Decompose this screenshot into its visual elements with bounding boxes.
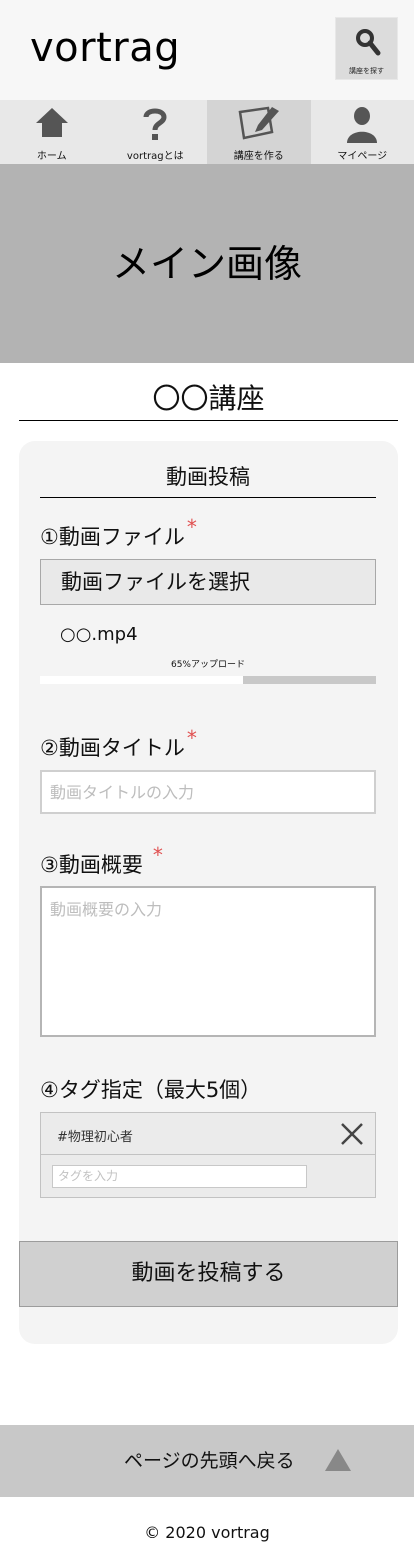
nav-item-create-course[interactable]: 講座を作る: [207, 100, 311, 164]
search-course-button[interactable]: 講座を探す: [335, 17, 398, 80]
upload-progress-label: 65%アップロード: [170, 660, 245, 670]
video-title-input[interactable]: 動画タイトルの入力: [40, 770, 376, 814]
close-icon[interactable]: [339, 1121, 365, 1147]
nav-label-mypage: マイページ: [337, 151, 388, 162]
site-header: vortrag 講座を探す: [0, 0, 414, 100]
nav-item-home[interactable]: ホーム: [0, 100, 104, 164]
back-to-top-label: ページの先頭へ戻る: [124, 1450, 295, 1472]
tag-text: #物理初心者: [57, 1130, 133, 1145]
tag-chip: #物理初心者: [41, 1113, 375, 1155]
upload-progress-bar: [40, 676, 376, 684]
main-image-label: メイン画像: [111, 242, 302, 286]
triangle-up-icon: [325, 1449, 351, 1471]
required-mark: *: [152, 843, 163, 867]
main-image: メイン画像: [0, 164, 414, 363]
main-nav: ホーム vortragとは 講座を作る マイページ: [0, 100, 414, 164]
required-mark: *: [186, 515, 197, 539]
tag-box: #物理初心者 タグを入力: [40, 1112, 376, 1198]
course-title: 〇〇講座: [19, 378, 398, 421]
site-logo[interactable]: vortrag: [30, 22, 180, 74]
nav-item-about[interactable]: vortragとは: [103, 100, 207, 164]
uploaded-file-name: ○○.mp4: [60, 624, 138, 645]
video-file-label: ①動画ファイル *: [40, 515, 197, 549]
tag-input[interactable]: タグを入力: [52, 1165, 307, 1188]
section-title: 動画投稿: [40, 458, 376, 498]
submit-video-button[interactable]: 動画を投稿する: [19, 1241, 398, 1307]
required-mark: *: [186, 726, 197, 750]
nav-label-home: ホーム: [36, 151, 67, 162]
search-icon: [356, 29, 381, 56]
tags-label: ④タグ指定（最大5個）: [40, 1078, 262, 1102]
nav-label-about: vortragとは: [126, 151, 184, 162]
home-icon: [35, 108, 68, 137]
select-video-file-button[interactable]: 動画ファイルを選択: [40, 559, 376, 605]
search-label: 講座を探す: [349, 67, 384, 75]
user-icon: [347, 107, 378, 143]
question-icon: [143, 108, 167, 140]
nav-item-mypage[interactable]: マイページ: [310, 100, 414, 164]
video-title-label: ②動画タイトル *: [40, 726, 197, 760]
copyright: © 2020 vortrag: [144, 1523, 270, 1542]
video-description-label: ③動画概要 *: [40, 843, 163, 877]
upload-progress-fill: [243, 676, 376, 684]
nav-label-create-course: 講座を作る: [233, 151, 284, 162]
video-description-textarea[interactable]: 動画概要の入力: [40, 886, 376, 1037]
create-course-icon: [238, 106, 279, 140]
back-to-top-button[interactable]: ページの先頭へ戻る: [0, 1425, 414, 1497]
